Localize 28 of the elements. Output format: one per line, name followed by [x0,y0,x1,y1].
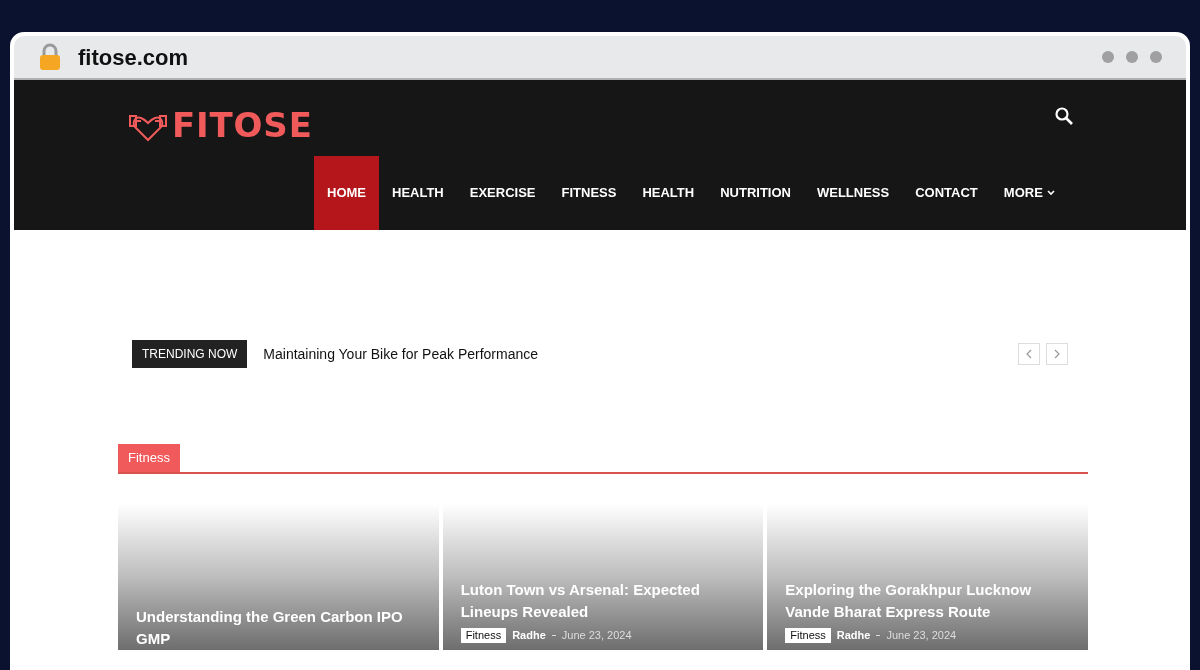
post-date: June 23, 2024 [886,628,957,643]
author-name[interactable]: Radhe [836,627,871,644]
nav-item[interactable]: HEALTH [629,156,708,230]
search-icon[interactable] [1054,106,1074,126]
trending-label: TRENDING NOW [132,340,248,368]
url-text: fitose.com [78,43,189,72]
article-title[interactable]: Understanding the Green Carbon IPO GMP [136,605,421,650]
category-tag[interactable]: Fitness [785,627,831,643]
nav-item[interactable]: FITNESS [548,156,630,230]
chevron-right-icon [1054,349,1060,359]
separator-icon [876,634,881,636]
nav-item[interactable]: WELLNESS [803,156,903,230]
separator-icon [551,634,556,636]
nav-item[interactable]: HOME [314,156,379,230]
nav-item[interactable]: EXERCISE [456,156,549,230]
author-name[interactable]: Radhe [512,627,546,644]
trending-headline[interactable]: Maintaining Your Bike for Peak Performance [263,343,539,365]
nav-item[interactable]: HEALTH [379,156,457,230]
next-button[interactable] [1046,343,1068,365]
category-tag[interactable]: Fitness [460,627,507,643]
site-logo[interactable]: FITOSE [172,100,313,151]
lock-icon [38,43,62,71]
nav-item[interactable]: NUTRITION [707,156,804,230]
previous-button[interactable] [1018,343,1040,365]
chevron-left-icon [1026,349,1032,359]
nav-item[interactable]: CONTACT [902,156,991,230]
nav-item[interactable]: MORE [990,156,1068,230]
post-date: June 23, 2024 [561,628,632,643]
